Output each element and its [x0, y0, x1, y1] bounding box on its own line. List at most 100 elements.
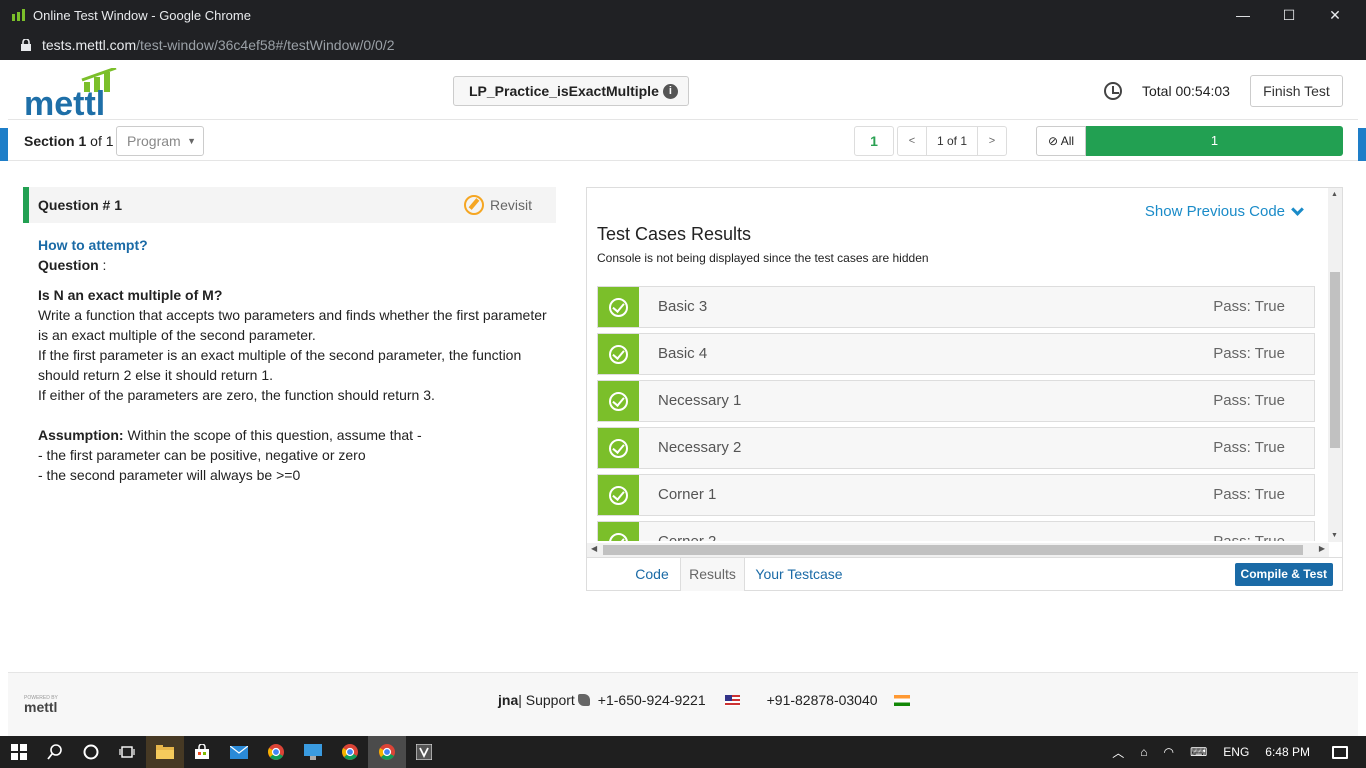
compile-test-button[interactable]: Compile & Test [1234, 563, 1333, 586]
app-icon[interactable] [405, 736, 443, 768]
pass-check-icon [598, 334, 639, 374]
test-case-status: Pass: True [1213, 298, 1285, 315]
chrome-icon[interactable] [368, 736, 406, 768]
test-case-row: Basic 3 Pass: True [597, 286, 1315, 328]
start-button[interactable] [0, 736, 38, 768]
test-name-badge[interactable]: LP_Practice_isExactMultiple i [453, 76, 689, 106]
close-window-button[interactable]: ✕ [1312, 0, 1358, 30]
windows-logo-icon [11, 744, 27, 760]
test-case-row: Corner 2 Pass: True [597, 521, 1315, 541]
tab-code[interactable]: Code [627, 558, 677, 591]
scroll-down-icon[interactable]: ▼ [1331, 532, 1338, 539]
right-accent-strip [1358, 128, 1366, 161]
keyboard-icon[interactable]: ⌨ [1190, 745, 1207, 759]
chrome-icon[interactable] [331, 736, 369, 768]
question-label: Question [38, 257, 99, 273]
test-case-status: Pass: True [1213, 392, 1285, 409]
test-case-row: Basic 4 Pass: True [597, 333, 1315, 375]
test-case-status: Pass: True [1213, 439, 1285, 456]
chevron-up-icon[interactable]: ︿ [1112, 744, 1124, 761]
next-page-button[interactable]: > [978, 127, 1006, 155]
mail-icon[interactable] [220, 736, 258, 768]
address-bar[interactable]: tests.mettl.com/test-window/36c4ef58#/te… [0, 30, 1366, 60]
india-flag-icon [893, 694, 910, 706]
browser-titlebar: Online Test Window - Google Chrome — ☐ ✕ [0, 0, 1366, 30]
chrome-icon[interactable] [257, 736, 295, 768]
vertical-scrollbar[interactable]: ▲ ▼ [1328, 188, 1342, 542]
horizontal-scrollbar[interactable]: ◀ ▶ [587, 543, 1329, 557]
notification-icon[interactable] [1332, 745, 1348, 759]
revisit-label: Revisit [489, 197, 532, 213]
clock-icon [1104, 82, 1122, 100]
assumption-1: - the first parameter can be positive, n… [38, 447, 366, 463]
search-icon[interactable] [36, 736, 74, 768]
test-case-status: Pass: True [1213, 533, 1285, 541]
network-icon[interactable]: ⌂ [1140, 745, 1147, 759]
show-previous-code-button[interactable]: Show Previous Code [1144, 202, 1304, 220]
prev-page-button[interactable]: < [898, 127, 926, 155]
mettl-logo: mettl [24, 68, 117, 118]
section-bar: Section 1 of 1 Program ▼ 1 < 1 of 1 > ⊘ … [8, 121, 1358, 161]
windows-taskbar: ︿ ⌂ ◠ ⌨ ENG 6:48 PM [0, 736, 1366, 768]
question-header: Question # 1 Revisit [23, 187, 556, 223]
maximize-button[interactable]: ☐ [1266, 0, 1312, 30]
test-cases-title: Test Cases Results [597, 224, 752, 244]
vertical-scroll-thumb[interactable] [1330, 272, 1340, 448]
lock-icon [21, 39, 31, 51]
question-line-3: If either of the parameters are zero, th… [38, 387, 435, 403]
question-line-1: Write a function that accepts two parame… [38, 307, 547, 343]
remote-desktop-icon[interactable] [294, 736, 332, 768]
language-indicator[interactable]: ENG [1223, 745, 1249, 759]
url-path: /test-window/36c4ef58#/testWindow/0/0/2 [136, 37, 395, 53]
tab-results[interactable]: Results [680, 558, 745, 591]
cortana-icon[interactable] [72, 736, 110, 768]
program-select[interactable]: Program ▼ [116, 126, 204, 156]
clock-time[interactable]: 6:48 PM [1265, 745, 1310, 759]
pass-check-icon [598, 381, 639, 421]
chevron-down-icon: ▼ [187, 136, 196, 146]
finish-test-button[interactable]: Finish Test [1250, 75, 1343, 107]
test-case-name: Necessary 1 [658, 392, 742, 409]
info-icon[interactable]: i [662, 83, 678, 99]
section-number: 1 [78, 133, 87, 149]
current-question-button[interactable]: 1 [854, 126, 894, 156]
minimize-button[interactable]: — [1220, 0, 1266, 30]
powered-by-brand: mettl [24, 699, 58, 715]
assumption-2: - the second parameter will always be >=… [38, 467, 301, 483]
question-progress-bar[interactable]: 1 [1086, 126, 1343, 156]
test-case-row: Necessary 2 Pass: True [597, 427, 1315, 469]
test-case-status: Pass: True [1213, 345, 1285, 362]
store-icon[interactable] [183, 736, 221, 768]
phone-icon [577, 694, 590, 706]
test-case-row: Necessary 1 Pass: True [597, 380, 1315, 422]
wifi-icon[interactable]: ◠ [1163, 745, 1173, 759]
test-case-list: Basic 3 Pass: True Basic 4 Pass: True Ne… [597, 286, 1315, 541]
section-word: Section [24, 133, 75, 149]
pencil-icon [463, 195, 484, 215]
svg-text:mettl: mettl [24, 85, 105, 118]
scroll-right-icon[interactable]: ▶ [1319, 544, 1325, 553]
test-cases-subtitle: Console is not being displayed since the… [597, 251, 929, 265]
pass-check-icon [598, 287, 639, 327]
test-case-status: Pass: True [1213, 486, 1285, 503]
test-page: mettl LP_Practice_isExactMultiple i Tota… [0, 60, 1366, 736]
scroll-left-icon[interactable]: ◀ [591, 544, 597, 553]
chevron-down-icon [1291, 202, 1304, 216]
question-line-2: If the first parameter is an exact multi… [38, 347, 522, 383]
task-view-icon[interactable] [108, 736, 146, 768]
scroll-up-icon[interactable]: ▲ [1331, 191, 1338, 198]
url-text[interactable]: tests.mettl.com/test-window/36c4ef58#/te… [42, 37, 395, 53]
timer-display: Total 00:54:03 [1142, 83, 1230, 99]
horizontal-scroll-thumb[interactable] [603, 545, 1303, 555]
revisit-button[interactable]: Revisit [463, 195, 532, 215]
question-colon: : [98, 257, 107, 273]
file-explorer-icon[interactable] [146, 736, 184, 768]
show-previous-code-label: Show Previous Code [1144, 203, 1285, 220]
test-case-name: Basic 3 [658, 298, 708, 315]
system-tray: ︿ ⌂ ◠ ⌨ ENG 6:48 PM [1112, 736, 1366, 768]
how-to-attempt-link[interactable]: How to attempt? [38, 237, 148, 253]
support-label: | Support [518, 692, 575, 708]
tab-your-testcase[interactable]: Your Testcase [749, 558, 849, 591]
phone-us: +1-650-924-9221 [597, 692, 706, 708]
all-filter-button[interactable]: ⊘ All [1036, 126, 1086, 156]
